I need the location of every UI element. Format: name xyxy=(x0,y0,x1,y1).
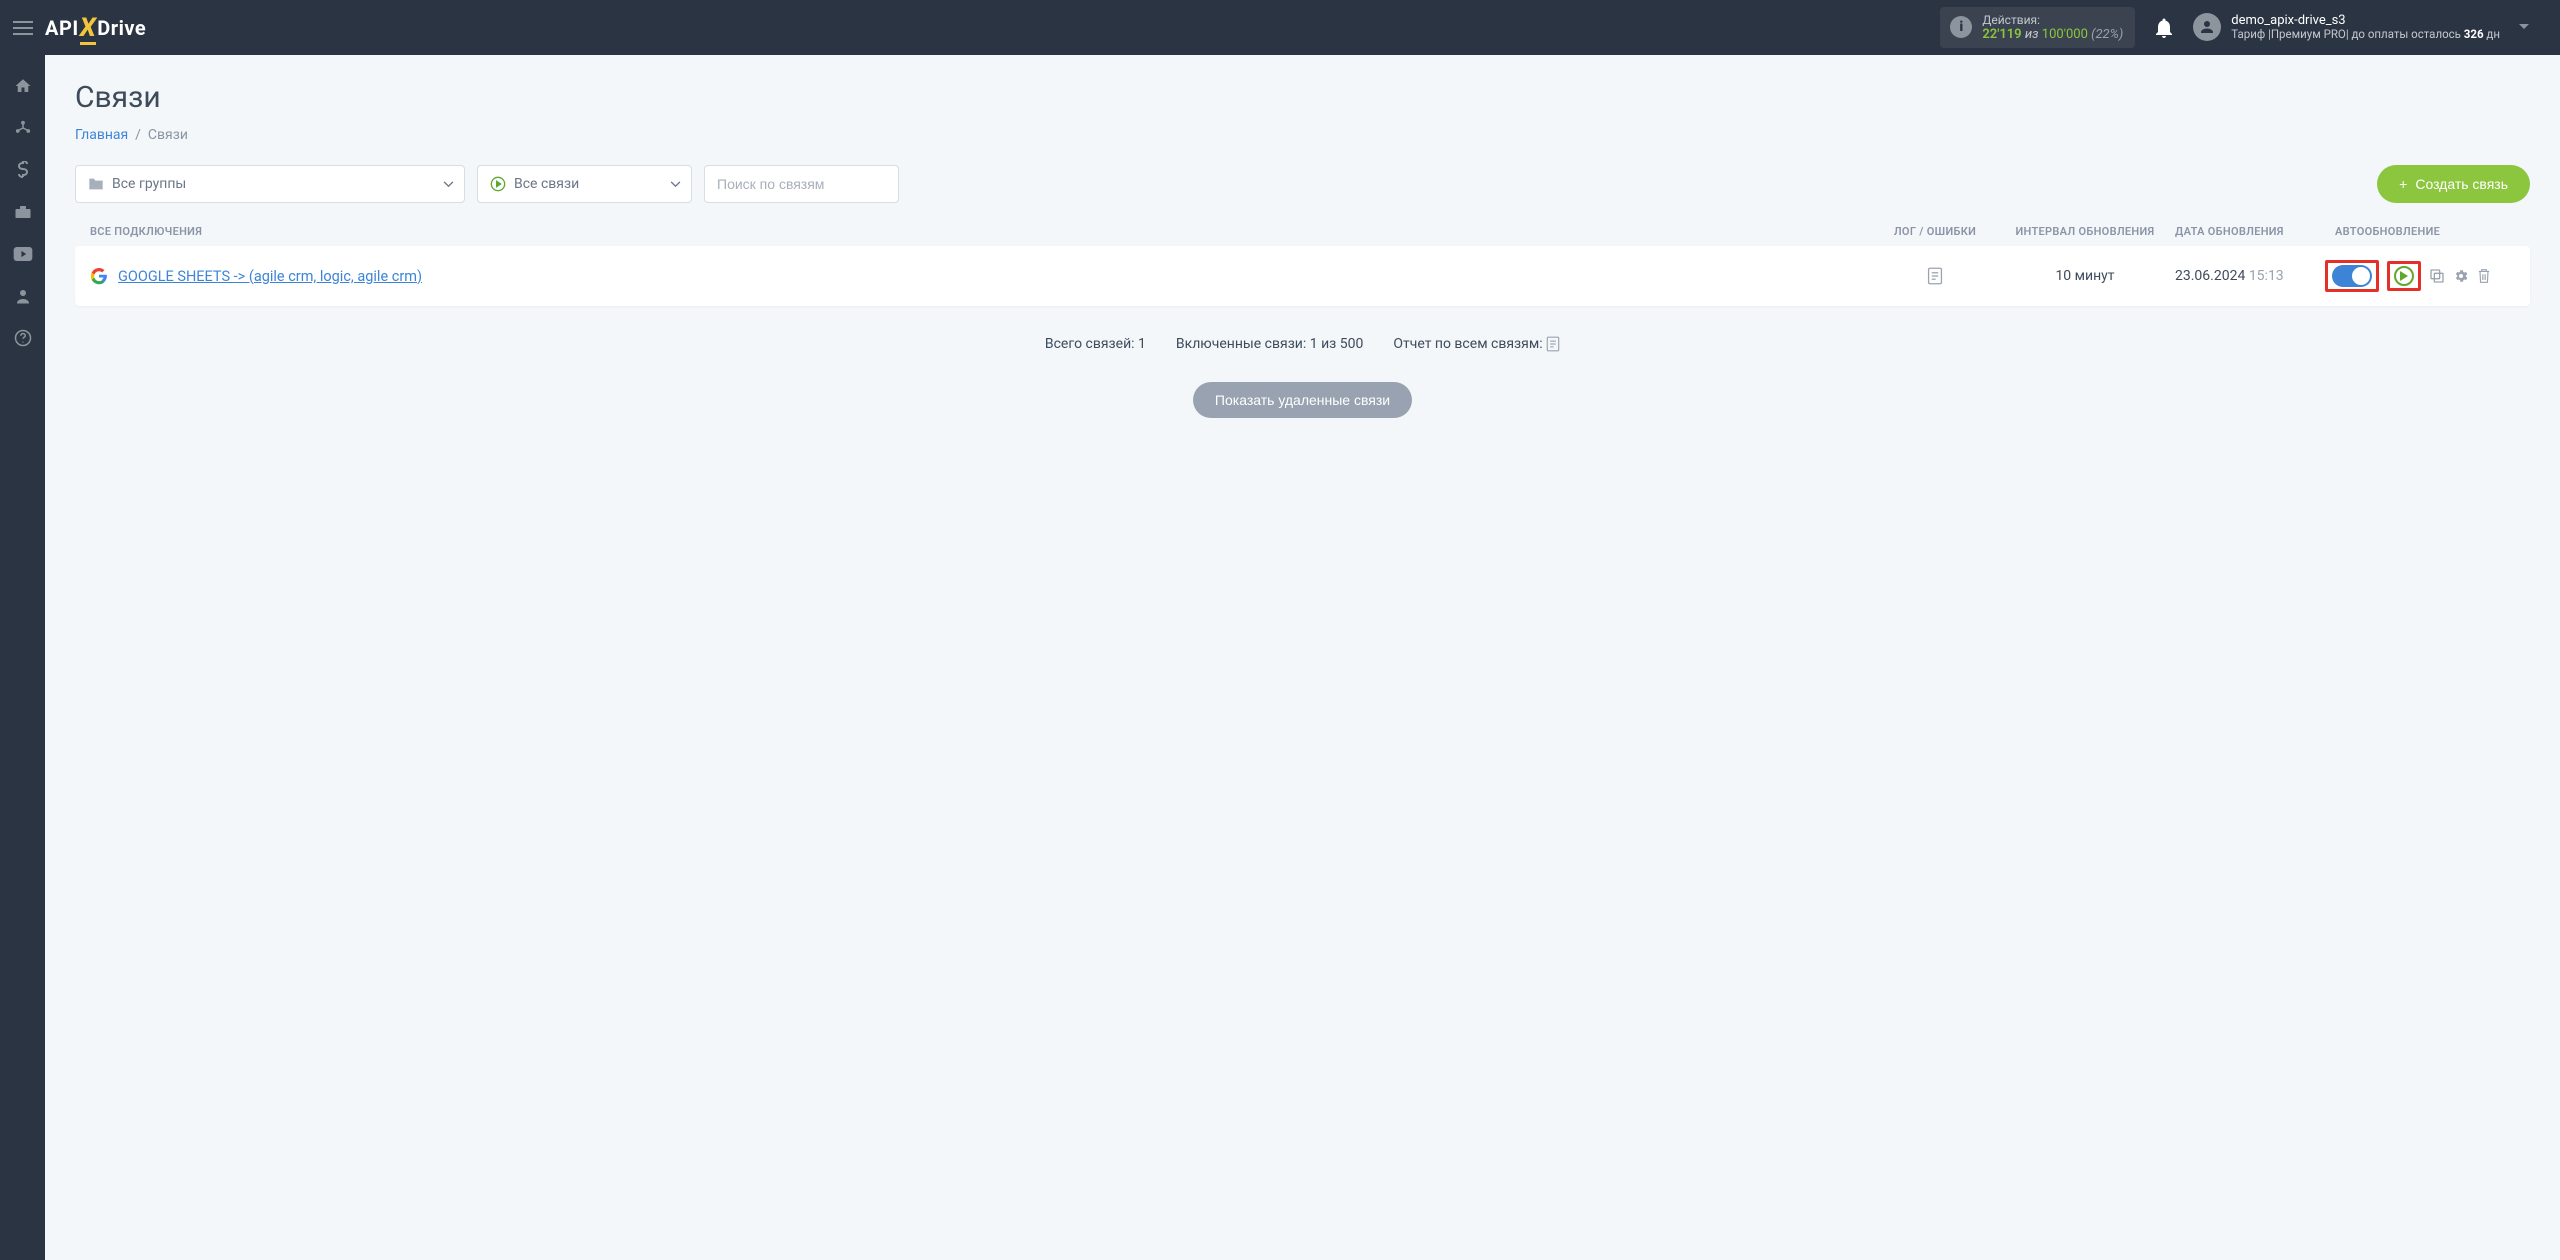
user-menu[interactable]: demo_apix-drive_s3 Тариф |Премиум PRO| д… xyxy=(2193,13,2530,42)
usage-label: Действия: xyxy=(1982,13,2123,27)
usage-of: из xyxy=(2025,27,2039,42)
logo[interactable]: APIXDrive xyxy=(45,13,146,43)
breadcrumb: Главная / Связи xyxy=(75,127,2530,143)
folder-icon xyxy=(88,177,104,191)
create-connection-button[interactable]: + Создать связь xyxy=(2377,165,2530,203)
logo-x-icon: X xyxy=(80,13,97,43)
col-auto: АВТООБНОВЛЕНИЕ xyxy=(2325,225,2515,238)
summary-row: Всего связей: 1 Включенные связи: 1 из 5… xyxy=(75,336,2530,352)
summary-report: Отчет по всем связям: xyxy=(1393,336,1560,352)
breadcrumb-home[interactable]: Главная xyxy=(75,127,128,143)
sidebar-connections-icon[interactable] xyxy=(0,109,45,147)
sidebar-help-icon[interactable] xyxy=(0,319,45,357)
update-date: 23.06.2024 15:13 xyxy=(2175,268,2325,284)
sidebar-billing-icon[interactable] xyxy=(0,151,45,189)
group-select[interactable]: Все группы xyxy=(75,165,465,203)
col-interval: ИНТЕРВАЛ ОБНОВЛЕНИЯ xyxy=(1995,225,2175,238)
sidebar-video-icon[interactable] xyxy=(0,235,45,273)
status-select-value: Все связи xyxy=(514,176,579,192)
highlight-play xyxy=(2387,261,2421,291)
col-name: ВСЕ ПОДКЛЮЧЕНИЯ xyxy=(90,225,1875,238)
show-deleted-button[interactable]: Показать удаленные связи xyxy=(1193,382,1412,418)
chevron-down-icon xyxy=(2518,23,2530,31)
update-interval: 10 минут xyxy=(1995,268,2175,284)
sidebar-profile-icon[interactable] xyxy=(0,277,45,315)
autoupdate-toggle[interactable] xyxy=(2332,265,2372,287)
table-header: ВСЕ ПОДКЛЮЧЕНИЯ ЛОГ / ОШИБКИ ИНТЕРВАЛ ОБ… xyxy=(75,225,2530,238)
create-button-label: Создать связь xyxy=(2415,176,2508,192)
page-title: Связи xyxy=(75,80,2530,115)
col-log: ЛОГ / ОШИБКИ xyxy=(1875,225,1995,238)
user-tariff: Тариф |Премиум PRO| до оплаты осталось 3… xyxy=(2231,28,2500,42)
run-now-button[interactable] xyxy=(2394,266,2414,286)
table-row: GOOGLE SHEETS -> (agile crm, logic, agil… xyxy=(75,246,2530,306)
logo-api: API xyxy=(45,16,79,40)
search-input[interactable] xyxy=(704,165,899,203)
chevron-down-icon xyxy=(670,181,681,188)
chevron-down-icon xyxy=(443,181,454,188)
usage-total: 100'000 xyxy=(2042,27,2088,42)
log-button[interactable] xyxy=(1875,267,1995,285)
avatar-icon xyxy=(2193,13,2221,41)
group-select-value: Все группы xyxy=(112,176,186,192)
user-email: demo_apix-drive_s3 xyxy=(2231,13,2500,29)
col-date: ДАТА ОБНОВЛЕНИЯ xyxy=(2175,225,2325,238)
info-icon: i xyxy=(1950,16,1972,38)
status-select[interactable]: Все связи xyxy=(477,165,692,203)
settings-button[interactable] xyxy=(2453,268,2469,284)
highlight-toggle xyxy=(2325,260,2379,292)
usage-counter[interactable]: i Действия: 22'119 из 100'000 (22%) xyxy=(1940,7,2135,49)
connection-link[interactable]: GOOGLE SHEETS -> (agile crm, logic, agil… xyxy=(118,268,422,285)
notifications-icon[interactable] xyxy=(2155,18,2173,38)
header: APIXDrive i Действия: 22'119 из 100'000 … xyxy=(0,0,2560,55)
play-circle-icon xyxy=(490,176,506,192)
main-content: Связи Главная / Связи Все группы Все свя… xyxy=(45,55,2560,1260)
usage-used: 22'119 xyxy=(1982,27,2021,42)
report-icon[interactable] xyxy=(1546,336,1560,352)
delete-button[interactable] xyxy=(2477,268,2491,284)
google-icon xyxy=(90,267,108,285)
plus-icon: + xyxy=(2399,176,2407,192)
usage-percent: (22%) xyxy=(2091,27,2123,42)
summary-enabled: Включенные связи: 1 из 500 xyxy=(1176,336,1363,352)
logo-drive: Drive xyxy=(97,16,146,40)
summary-total: Всего связей: 1 xyxy=(1045,336,1146,352)
sidebar-home-icon[interactable] xyxy=(0,67,45,105)
copy-button[interactable] xyxy=(2429,268,2445,284)
sidebar xyxy=(0,55,45,1260)
breadcrumb-current: Связи xyxy=(148,127,188,143)
sidebar-apps-icon[interactable] xyxy=(0,193,45,231)
menu-toggle-icon[interactable] xyxy=(0,0,45,55)
